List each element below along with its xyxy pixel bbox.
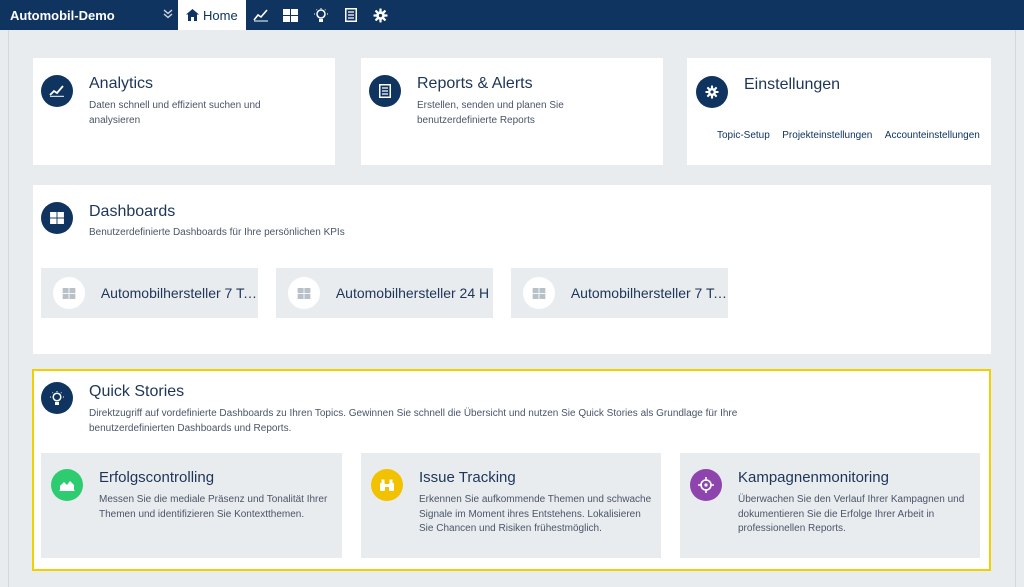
quick-story-title: Issue Tracking xyxy=(419,469,516,486)
settings-links: Topic-Setup Projekteinstellungen Account… xyxy=(717,125,988,143)
gear-icon xyxy=(696,76,728,108)
reports-description: Erstellen, senden und planen Sie benutze… xyxy=(417,100,564,126)
dashboard-grid-icon xyxy=(523,277,555,309)
quick-stories-description: Direktzugriff auf vordefinierte Dashboar… xyxy=(89,408,738,434)
dashboard-tile-label: Automobilhersteller 24 H xyxy=(335,285,490,301)
binoculars-icon xyxy=(371,469,403,501)
dashboard-tile-label: Automobilhersteller 7 Tage xyxy=(100,285,258,301)
home-icon xyxy=(186,9,199,21)
quick-story-tile[interactable]: Issue Tracking Erkennen Sie aufkommende … xyxy=(361,453,661,558)
dashboard-grid-icon xyxy=(53,277,85,309)
analytics-title: Analytics xyxy=(89,75,154,92)
target-icon xyxy=(690,469,722,501)
quick-story-description: Messen Sie die mediale Präsenz und Tonal… xyxy=(99,494,328,520)
top-navigation-bar: Automobil-Demo Home xyxy=(0,0,1024,30)
dashboard-grid-icon xyxy=(41,202,73,234)
dashboard-grid-icon[interactable] xyxy=(276,0,306,30)
chart-line-icon[interactable] xyxy=(246,0,276,30)
dashboard-grid-icon xyxy=(288,277,320,309)
double-chevron-down-icon[interactable] xyxy=(158,8,178,22)
quick-story-description: Erkennen Sie aufkommende Themen und schw… xyxy=(419,494,652,534)
project-settings-link[interactable]: Projekteinstellungen xyxy=(782,130,872,141)
tab-home[interactable]: Home xyxy=(178,0,246,30)
lightbulb-icon xyxy=(41,382,73,414)
reports-title: Reports & Alerts xyxy=(417,75,533,92)
account-settings-link[interactable]: Accounteinstellungen xyxy=(885,130,980,141)
dashboards-description: Benutzerdefinierte Dashboards für Ihre p… xyxy=(89,227,345,238)
gear-icon[interactable] xyxy=(366,0,396,30)
area-chart-icon xyxy=(51,469,83,501)
quick-stories-title: Quick Stories xyxy=(89,383,185,400)
app-title[interactable]: Automobil-Demo xyxy=(0,8,158,23)
report-icon[interactable] xyxy=(336,0,366,30)
dashboard-tile-label: Automobilhersteller 7 Tage xyxy=(570,285,728,301)
dashboards-title: Dashboards xyxy=(89,203,176,220)
dashboard-tile[interactable]: Automobilhersteller 7 Tage xyxy=(41,268,258,318)
reports-card[interactable]: Reports & Alerts Erstellen, senden und p… xyxy=(361,58,663,165)
chart-line-icon xyxy=(41,75,73,107)
quick-story-tile[interactable]: Erfolgscontrolling Messen Sie die medial… xyxy=(41,453,342,558)
quick-story-title: Erfolgscontrolling xyxy=(99,469,215,486)
dashboard-tile[interactable]: Automobilhersteller 7 Tage xyxy=(511,268,728,318)
quick-story-tile[interactable]: Kampagnenmonitoring Überwachen Sie den V… xyxy=(680,453,980,558)
dashboard-tile[interactable]: Automobilhersteller 24 H xyxy=(276,268,493,318)
settings-title: Einstellungen xyxy=(744,76,841,93)
lightbulb-icon[interactable] xyxy=(306,0,336,30)
topic-setup-link[interactable]: Topic-Setup xyxy=(717,130,770,141)
tab-home-label: Home xyxy=(203,7,238,23)
settings-card: Einstellungen Topic-Setup Projekteinstel… xyxy=(687,58,991,165)
quick-story-title: Kampagnenmonitoring xyxy=(738,469,889,486)
report-icon xyxy=(369,75,401,107)
analytics-description: Daten schnell und effizient suchen und a… xyxy=(89,100,261,126)
quick-story-description: Überwachen Sie den Verlauf Ihrer Kampagn… xyxy=(738,494,965,534)
analytics-card[interactable]: Analytics Daten schnell und effizient su… xyxy=(33,58,335,165)
